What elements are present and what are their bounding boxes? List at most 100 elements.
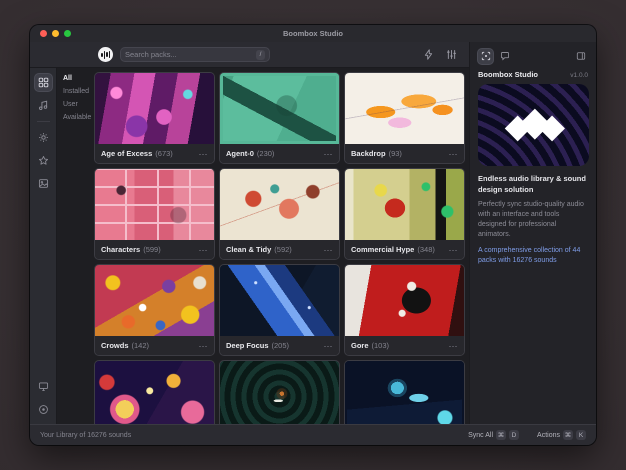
filter-all[interactable]: All <box>63 75 92 82</box>
pack-title: Clean & Tidy <box>226 245 271 254</box>
pack-artwork <box>345 169 464 240</box>
panel-collection-link[interactable]: A comprehensive collection of 44 packs w… <box>478 246 588 266</box>
panel-app-name: Boombox Studio <box>478 70 538 79</box>
pack-count: (348) <box>417 245 435 254</box>
pack-card-commercial-hype[interactable]: Commercial Hype (348) ⋯ <box>344 168 465 260</box>
pack-count: (673) <box>155 149 173 158</box>
pack-card-clean-and-tidy[interactable]: Clean & Tidy (592) ⋯ <box>219 168 340 260</box>
search-shortcut-key: / <box>256 50 265 60</box>
pack-artwork <box>95 73 214 144</box>
pack-artwork <box>220 265 339 336</box>
toolbar: / <box>30 42 469 68</box>
pack-count: (93) <box>389 149 402 158</box>
pack-card-crowds[interactable]: Crowds (142) ⋯ <box>94 264 215 356</box>
chat-icon[interactable] <box>497 49 512 64</box>
filter-list: All Installed User Available <box>57 68 92 424</box>
pack-title: Gore <box>351 341 369 350</box>
titlebar: Boombox Studio <box>30 25 596 42</box>
sync-all-button[interactable]: Sync All ⌘ D <box>468 430 519 440</box>
panel-toggle-icon[interactable] <box>573 49 588 64</box>
pack-artwork <box>95 361 214 424</box>
pack-artwork <box>345 73 464 144</box>
pack-title: Backdrop <box>351 149 386 158</box>
library-grid-icon[interactable] <box>35 74 52 91</box>
d-key: D <box>509 430 519 440</box>
pack-menu-button[interactable]: ⋯ <box>449 151 459 157</box>
star-icon[interactable] <box>35 152 52 169</box>
pack-card-cropped[interactable] <box>344 360 465 424</box>
close-button[interactable] <box>40 30 47 37</box>
pack-artwork <box>345 361 464 424</box>
panel-artwork <box>478 84 589 166</box>
pack-card-characters[interactable]: Characters (599) ⋯ <box>94 168 215 260</box>
k-key: K <box>576 430 586 440</box>
effects-gear-icon[interactable] <box>35 129 52 146</box>
filter-available[interactable]: Available <box>63 114 92 121</box>
app-window: Boombox Studio / <box>30 25 596 445</box>
icon-rail <box>30 68 57 424</box>
pack-card-agent-0[interactable]: Agent-0 (230) ⋯ <box>219 72 340 164</box>
pack-menu-button[interactable]: ⋯ <box>199 151 209 157</box>
pack-menu-button[interactable]: ⋯ <box>449 343 459 349</box>
command-key: ⌘ <box>496 430 506 440</box>
pack-menu-button[interactable]: ⋯ <box>449 247 459 253</box>
music-note-icon[interactable] <box>35 97 52 114</box>
pack-artwork <box>345 265 464 336</box>
panel-description: Perfectly sync studio-quality audio with… <box>478 200 588 241</box>
filter-installed[interactable]: Installed <box>63 88 92 95</box>
sync-all-label: Sync All <box>468 432 493 439</box>
library-count-text: Your Library of 16276 sounds <box>40 432 131 439</box>
pack-card-deep-focus[interactable]: Deep Focus (205) ⋯ <box>219 264 340 356</box>
pack-count: (205) <box>272 341 290 350</box>
pack-count: (592) <box>274 245 292 254</box>
pack-card-cropped[interactable] <box>94 360 215 424</box>
display-icon[interactable] <box>35 378 52 395</box>
pack-title: Commercial Hype <box>351 245 414 254</box>
actions-button[interactable]: Actions ⌘ K <box>537 430 586 440</box>
pack-count: (103) <box>372 341 390 350</box>
search-bar[interactable]: / <box>120 47 270 62</box>
rail-divider <box>37 121 50 122</box>
pack-grid: Age of Excess (673) ⋯ Agent-0 (230) <box>92 68 469 424</box>
status-bar: Your Library of 16276 sounds Sync All ⌘ … <box>30 424 596 445</box>
pack-artwork <box>220 169 339 240</box>
command-key: ⌘ <box>563 430 573 440</box>
zoom-button[interactable] <box>64 30 71 37</box>
window-title: Boombox Studio <box>30 29 596 38</box>
pack-menu-button[interactable]: ⋯ <box>324 247 334 253</box>
pack-title: Crowds <box>101 341 129 350</box>
pack-artwork <box>95 265 214 336</box>
pack-title: Age of Excess <box>101 149 152 158</box>
panel-headline: Endless audio library & sound design sol… <box>478 174 588 195</box>
boombox-diamond-logo <box>491 99 577 151</box>
pack-card-backdrop[interactable]: Backdrop (93) ⋯ <box>344 72 465 164</box>
panel-version: v1.0.0 <box>570 72 588 79</box>
info-panel: Boombox Studio v1.0.0 Endless audio libr… <box>469 42 596 424</box>
pack-card-age-of-excess[interactable]: Age of Excess (673) ⋯ <box>94 72 215 164</box>
pack-card-gore[interactable]: Gore (103) ⋯ <box>344 264 465 356</box>
record-icon[interactable] <box>35 401 52 418</box>
pack-count: (230) <box>257 149 275 158</box>
pack-title: Deep Focus <box>226 341 269 350</box>
pack-artwork <box>220 361 339 424</box>
boombox-logo[interactable] <box>98 47 113 62</box>
filter-sliders-icon[interactable] <box>443 47 459 63</box>
zap-icon[interactable] <box>420 47 436 63</box>
filter-user[interactable]: User <box>63 101 92 108</box>
pack-menu-button[interactable]: ⋯ <box>324 343 334 349</box>
pack-menu-button[interactable]: ⋯ <box>199 343 209 349</box>
minimize-button[interactable] <box>52 30 59 37</box>
pack-artwork <box>220 73 339 144</box>
scan-icon[interactable] <box>478 49 493 64</box>
pack-artwork <box>95 169 214 240</box>
pack-count: (142) <box>132 341 150 350</box>
pack-title: Agent-0 <box>226 149 254 158</box>
desktop-background: Boombox Studio / <box>0 0 626 470</box>
image-icon[interactable] <box>35 175 52 192</box>
search-input[interactable] <box>125 50 252 59</box>
pack-count: (599) <box>143 245 161 254</box>
actions-label: Actions <box>537 432 560 439</box>
pack-menu-button[interactable]: ⋯ <box>324 151 334 157</box>
pack-card-cropped[interactable] <box>219 360 340 424</box>
pack-menu-button[interactable]: ⋯ <box>199 247 209 253</box>
